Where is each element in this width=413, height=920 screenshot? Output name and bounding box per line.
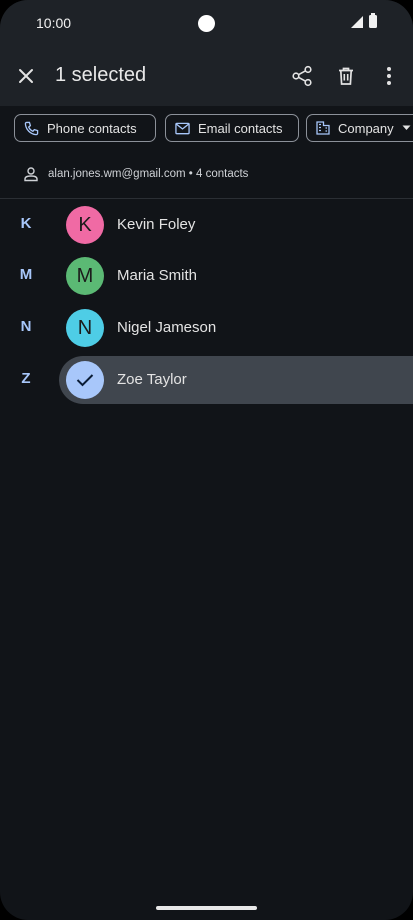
section-letter: Z [21,370,31,387]
phone-icon [24,121,39,135]
share-icon [292,65,312,87]
more-options-button[interactable] [369,56,409,96]
filter-chips: Phone contacts Email contacts Company [0,106,413,152]
account-label: alan.jones.wm@gmail.com • 4 contacts [48,168,249,180]
section-letter: K [20,215,32,232]
avatar: M [66,257,104,295]
contact-row: K K Kevin Foley [0,201,413,249]
chip-label: Email contacts [198,120,283,136]
email-icon [175,122,190,134]
contact-row: N N Nigel Jameson [0,304,413,352]
selection-toolbar: 1 selected [0,46,413,106]
account-info: alan.jones.wm@gmail.com • 4 contacts [0,152,413,199]
dropdown-arrow-icon [402,125,411,130]
section-letter: N [20,318,32,335]
status-bar: 10:00 [0,0,413,46]
person-icon [24,167,38,182]
contacts-screen: 10:00 1 selected Phone contacts Email co… [0,0,413,920]
contact-name: Zoe Taylor [117,371,187,388]
trash-icon [339,67,353,85]
contact-name: Kevin Foley [117,216,196,233]
contact-row: Z Zoe Taylor [0,356,413,404]
building-icon [316,121,330,135]
contact-item-maria-smith[interactable] [59,252,413,300]
chip-label: Phone contacts [47,120,137,136]
chip-company[interactable]: Company [306,114,413,142]
selection-count-title: 1 selected [55,64,147,86]
contact-item-zoe-taylor[interactable] [59,356,413,404]
contact-row: M M Maria Smith [0,252,413,300]
signal-icon [351,16,363,28]
chip-email-contacts[interactable]: Email contacts [165,114,299,142]
delete-button[interactable] [326,56,366,96]
battery-icon [369,13,377,28]
contact-name: Maria Smith [117,267,198,284]
more-vert-icon [387,67,391,85]
contact-name: Nigel Jameson [117,319,217,336]
share-button[interactable] [282,56,322,96]
close-selection-button[interactable] [6,56,46,96]
avatar-initial: N [77,316,93,339]
avatar: K [66,206,104,244]
close-icon [19,69,33,83]
avatar-initial: M [76,264,94,287]
check-icon [76,374,94,387]
status-time: 10:00 [36,15,72,31]
front-camera [198,15,215,32]
gesture-navigation-bar[interactable] [156,906,257,910]
chip-phone-contacts[interactable]: Phone contacts [14,114,156,142]
avatar: N [66,309,104,347]
avatar-selected [66,361,104,399]
chip-label: Company [338,120,394,136]
contact-item-kevin-foley[interactable] [59,201,413,249]
section-letter: M [19,266,33,283]
avatar-initial: K [78,213,92,236]
contact-item-nigel-jameson[interactable] [59,304,413,352]
